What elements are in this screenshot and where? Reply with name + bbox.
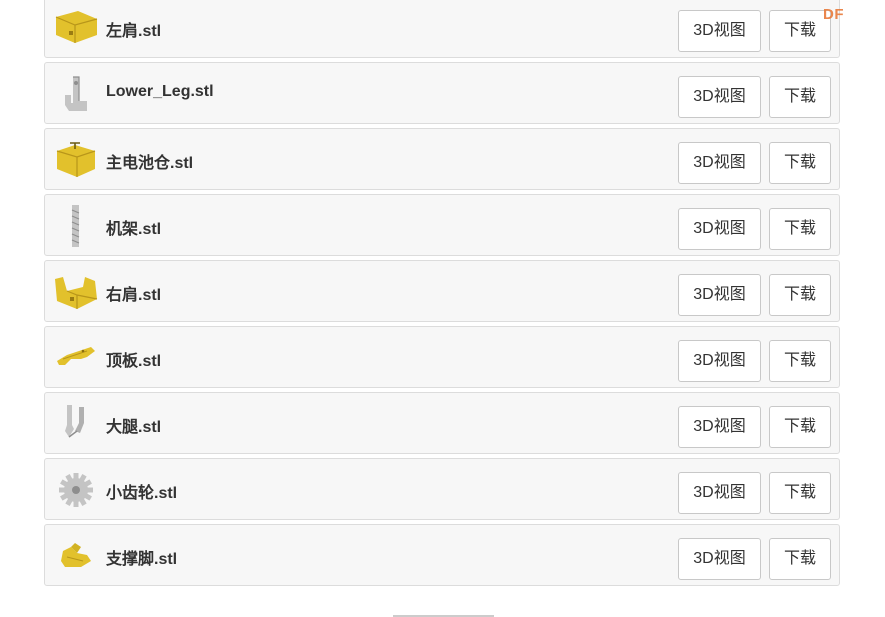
view-3d-button[interactable]: 3D视图	[678, 76, 761, 118]
thigh-part-icon	[53, 401, 99, 447]
view-3d-button[interactable]: 3D视图	[678, 10, 761, 52]
view-3d-button[interactable]: 3D视图	[678, 406, 761, 448]
file-name: 大腿.stl	[106, 419, 162, 436]
list-item: 机架.stl 3D视图 下载	[44, 194, 840, 256]
download-button[interactable]: 下载	[769, 10, 831, 52]
top-plate-part-icon	[53, 335, 99, 381]
file-name: 主电池仓.stl	[106, 155, 194, 172]
view-3d-button[interactable]: 3D视图	[678, 538, 761, 580]
list-item: 左肩.stl 3D视图 下载 DF	[44, 0, 844, 58]
download-button[interactable]: 下载	[769, 340, 831, 382]
view-3d-button[interactable]: 3D视图	[678, 142, 761, 184]
download-button[interactable]: 下载	[769, 538, 831, 580]
list-item: 右肩.stl 3D视图 下载	[44, 260, 840, 322]
view-3d-button[interactable]: 3D视图	[678, 340, 761, 382]
file-name: 机架.stl	[106, 221, 162, 238]
download-button[interactable]: 下载	[769, 76, 831, 118]
list-item: 小齿轮.stl 3D视图 下载	[44, 458, 840, 520]
df-logo-watermark: DF	[823, 6, 844, 23]
file-name: Lower_Leg.stl	[106, 83, 214, 100]
file-list-page: 左肩.stl 3D视图 下载 DF Lower_Leg.stl 3D视图 下载	[0, 0, 885, 617]
left-shoulder-part-icon	[53, 5, 99, 51]
download-button[interactable]: 下载	[769, 406, 831, 448]
download-button[interactable]: 下载	[769, 208, 831, 250]
stl-file-list: 左肩.stl 3D视图 下载 DF Lower_Leg.stl 3D视图 下载	[44, 0, 844, 590]
view-3d-button[interactable]: 3D视图	[678, 208, 761, 250]
list-item: 支撑脚.stl 3D视图 下载	[44, 524, 840, 586]
file-name: 顶板.stl	[106, 353, 162, 370]
frame-part-icon	[53, 203, 99, 249]
file-name: 右肩.stl	[106, 287, 162, 304]
view-3d-button[interactable]: 3D视图	[678, 472, 761, 514]
download-button[interactable]: 下载	[769, 142, 831, 184]
view-3d-button[interactable]: 3D视图	[678, 274, 761, 316]
download-button[interactable]: 下载	[769, 274, 831, 316]
list-item: 大腿.stl 3D视图 下载	[44, 392, 840, 454]
small-gear-part-icon	[53, 467, 99, 513]
support-foot-part-icon	[53, 533, 99, 579]
lower-leg-part-icon	[53, 71, 99, 117]
list-item: Lower_Leg.stl 3D视图 下载	[44, 62, 840, 124]
file-name: 左肩.stl	[106, 23, 162, 40]
file-name: 支撑脚.stl	[106, 551, 178, 568]
right-shoulder-part-icon	[53, 269, 99, 315]
download-button[interactable]: 下载	[769, 472, 831, 514]
file-name: 小齿轮.stl	[106, 485, 178, 502]
battery-case-part-icon	[53, 137, 99, 183]
list-item: 主电池仓.stl 3D视图 下载	[44, 128, 840, 190]
list-item: 顶板.stl 3D视图 下载	[44, 326, 840, 388]
